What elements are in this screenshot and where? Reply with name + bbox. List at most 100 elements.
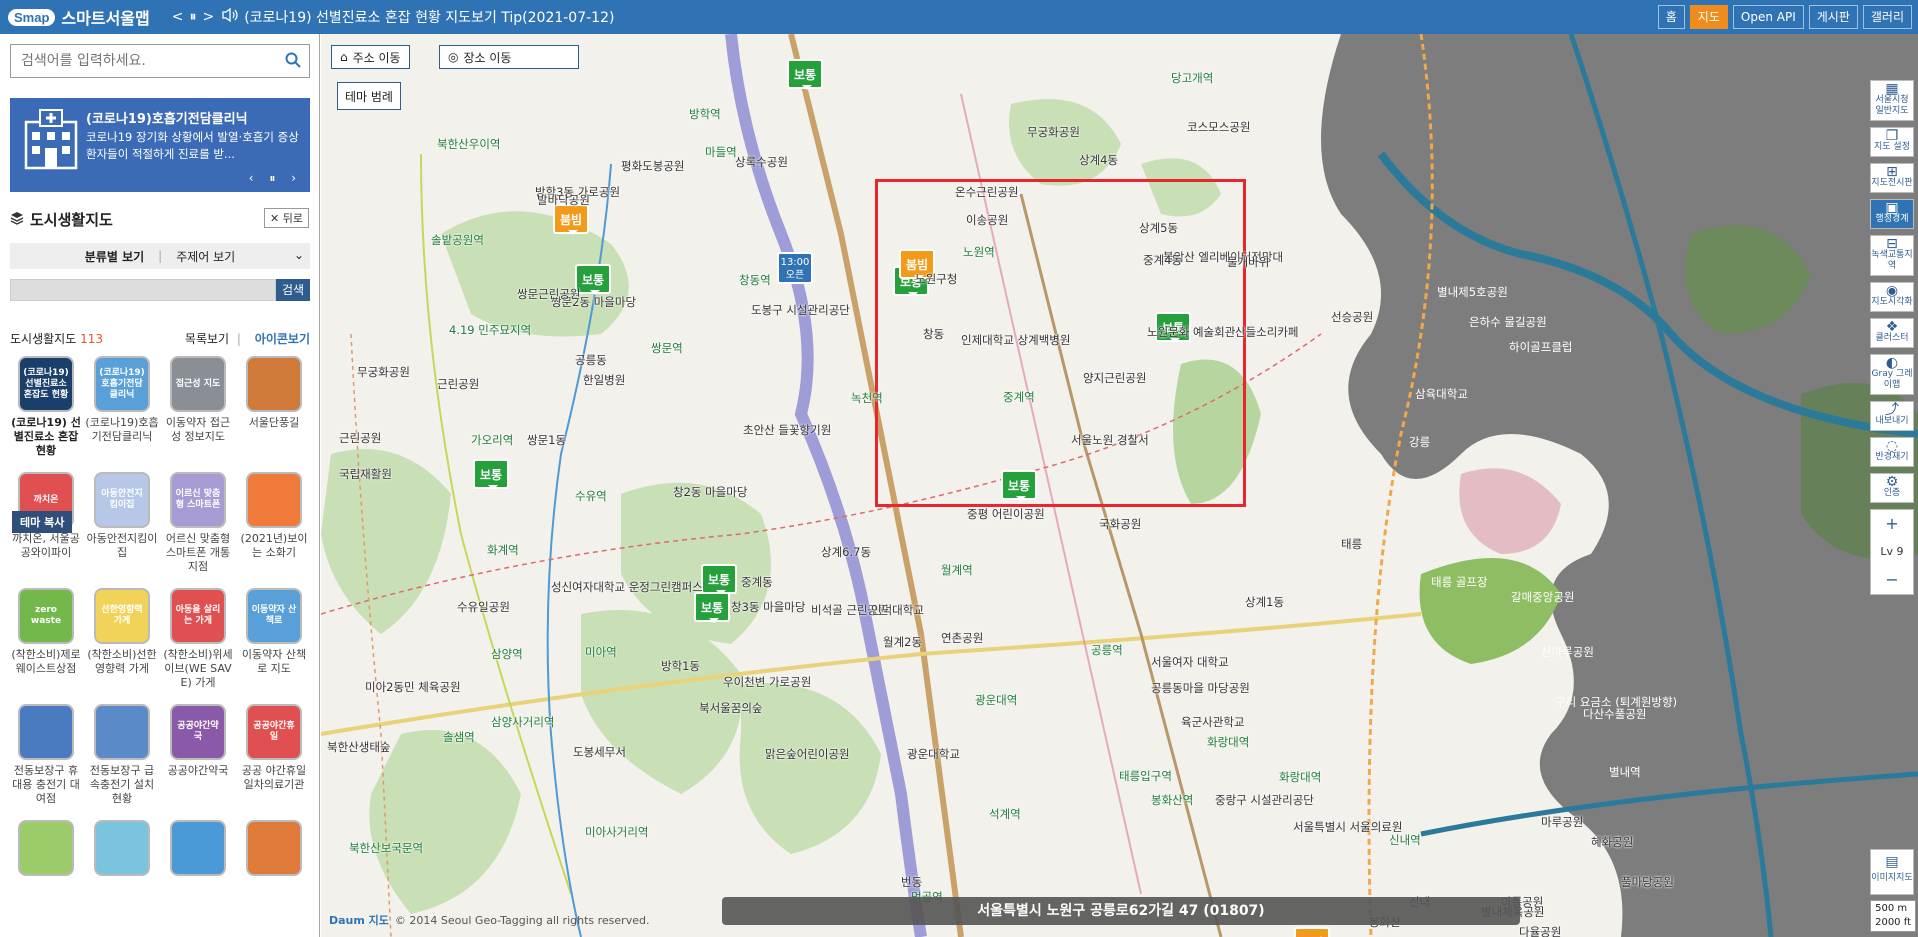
nav-map[interactable]: 지도 [1689,5,1728,29]
theme-item-icon[interactable]: 공공야간약국 [170,704,226,760]
theme-item[interactable] [236,820,312,880]
theme-item-label: 서울단풍길 [248,416,300,429]
filter-divider: | [158,249,163,263]
theme-item-icon[interactable] [18,820,74,876]
theme-item-icon[interactable]: 선한영향력가게 [94,588,150,644]
theme-item-icon[interactable]: 어르신 맞춤형 스마트폰 [170,472,226,528]
icon-view-link[interactable]: 아이콘보기 [255,332,310,346]
gear-button[interactable]: ⚙ 인증 [1870,473,1914,503]
theme-item[interactable]: (코로나19)호흡기전담클리닉 (코로나19)호흡기전담클리닉 [84,356,160,458]
theme-item[interactable]: 공공야간약국 공공야간약국 [160,704,236,806]
status-marker[interactable]: 보통 [787,59,823,90]
back-button[interactable]: ✕ 뒤로 [264,208,309,228]
list-view-link[interactable]: 목록보기 [185,332,229,346]
nav-board[interactable]: 게시판 [1808,5,1858,29]
theme-item-icon[interactable] [170,820,226,876]
theme-item[interactable]: 접근성 지도 이동약자 접근성 정보지도 [160,356,236,458]
tab-by-category[interactable]: 분류별 보기 [85,248,144,265]
map-view[interactable]: ⌂ 주소 이동 ◎ 장소 이동 테마 범례 보통 보통 붐빔 보통 보통 보통 보통… [321,34,1918,937]
theme-item-icon[interactable]: 공공야간휴일 [246,704,302,760]
theme-item-icon[interactable]: 아동안전지킴이집 [94,472,150,528]
theme-item[interactable]: 선한영향력가게 (착한소비)선한영향력 가게 [84,588,160,690]
theme-item-icon[interactable]: zero waste [18,588,74,644]
tab-by-theme[interactable]: 주제어 보기 [176,248,235,265]
search-icon[interactable] [285,52,301,71]
logo[interactable]: Smap 스마트서울맵 [8,5,150,29]
gray-map-button[interactable]: ◐ Gray 그레이맵 [1870,354,1914,395]
theme-item-icon[interactable]: (코로나19) 선별진료소 혼잡도 현황 [18,356,74,412]
status-marker[interactable]: 보통 [694,592,730,623]
banner[interactable]: (코로나19)호흡기전담클리닉 코로나19 장기화 상황에서 발열·호흡기 증상… [10,98,310,192]
theme-item-icon[interactable] [246,472,302,528]
theme-item-icon[interactable]: 아동을 살리는 가게 [170,588,226,644]
address-move-button[interactable]: ⌂ 주소 이동 [331,45,410,69]
theme-item[interactable] [8,820,84,880]
theme-item[interactable]: 공공야간휴일 공공 야간휴일 일차의료기관 [236,704,312,806]
theme-item[interactable]: 아동을 살리는 가게 (착한소비)위세이브(WE SAVE) 가게 [160,588,236,690]
map-label: 삼육대학교 [1415,387,1468,401]
sub-search-input[interactable] [10,279,276,301]
theme-item[interactable]: (코로나19) 선별진료소 혼잡도 현황 (코로나19) 선별진료소 혼잡 현황 [8,356,84,458]
notice-pause-button[interactable]: ⏸ [189,9,196,25]
search-input[interactable] [11,53,285,69]
cluster-icon: ❖ [1885,319,1899,335]
view-divider: | [236,332,241,346]
globe-button[interactable]: ◉ 지도시각화 [1870,282,1914,312]
zoom-out-button[interactable]: − [1871,566,1913,594]
theme-item[interactable]: 서울단풍길 [236,356,312,458]
zoom-in-button[interactable]: + [1871,510,1913,538]
green-traffic-button[interactable]: ⊟ 녹색교통지역 [1870,235,1914,276]
theme-item-icon[interactable] [246,820,302,876]
theme-item[interactable]: 아동안전지킴이집 아동안전지킴이집 [84,472,160,574]
theme-item-icon[interactable]: 접근성 지도 [170,356,226,412]
theme-item-icon[interactable] [246,356,302,412]
theme-item[interactable] [84,820,160,880]
address-move-label: 주소 이동 [352,50,401,65]
theme-item-icon[interactable] [94,704,150,760]
status-marker[interactable]: 붐빔 [1294,927,1330,937]
map-label: 우이천변 가로공원 [723,675,812,689]
nav-openapi[interactable]: Open API [1732,5,1804,29]
notice-prev-button[interactable]: < [172,9,184,25]
theme-item[interactable]: 어르신 맞춤형 스마트폰 어르신 맞춤형 스마트폰 개통지점 [160,472,236,574]
theme-item[interactable]: (2021년)보이는 소화기 [236,472,312,574]
theme-legend-button[interactable]: 테마 범례 [337,82,401,110]
status-marker[interactable]: 보통 [701,564,737,595]
cluster-button[interactable]: ❖ 클러스터 [1870,318,1914,348]
theme-item[interactable] [160,820,236,880]
notice[interactable]: (코로나19) 선별진료소 혼잡 현황 지도보기 Tip(2021-07-12) [222,7,614,27]
status-marker[interactable]: 붐빔 [553,204,589,235]
nav-gallery[interactable]: 갤러리 [1862,5,1912,29]
map-label: 화랑대역 [1207,735,1250,749]
theme-item-icon[interactable]: (코로나19)호흡기전담클리닉 [94,356,150,412]
admin-boundary-button[interactable]: ▣ 행정경계 [1870,199,1914,229]
theme-item[interactable]: 이동약자 산책로 이동약자 산책로 지도 [236,588,312,690]
banner-controls[interactable]: ‹ ⏸ › [249,171,302,186]
daum-logo[interactable]: Daum 지도 [329,912,389,928]
radius-button[interactable]: ◌ 반경재기 [1870,437,1914,467]
theme-item[interactable]: zero waste (착한소비)제로웨이스트상점 [8,588,84,690]
image-map-button[interactable]: ▤ 이미지지도 [1870,849,1914,895]
map-label: 공릉동마을 마당공원 [1151,681,1250,695]
notice-next-button[interactable]: > [202,9,214,25]
nav-home[interactable]: 홈 [1657,5,1685,29]
theme-item-label: 까치온, 서울공공와이파이 [12,532,80,559]
theme-item-icon[interactable]: 이동약자 산책로 [246,588,302,644]
theme-item[interactable]: 전동보장구 휴대용 충전기 대여점 [8,704,84,806]
time-badge[interactable]: 13:00 오픈 [777,252,813,284]
map-label: 근린공원 [339,431,382,445]
status-marker[interactable]: 보통 [1001,470,1037,501]
layers-button[interactable]: ❐ 지도 설정 [1870,127,1914,157]
display-button[interactable]: ⊞ 지도전시판 [1870,163,1914,193]
map-button[interactable]: ▦ 서울시청 일반지도 [1870,80,1914,121]
sub-search-button[interactable]: 검색 [276,279,310,301]
search-box [10,44,310,78]
theme-item[interactable]: 전동보장구 급속충전기 설치현황 [84,704,160,806]
share-button[interactable]: ⤴ 내보내기 [1870,401,1914,431]
place-move-button[interactable]: ◎ 장소 이동 [439,45,579,69]
theme-item-icon[interactable] [18,704,74,760]
theme-item-icon[interactable] [94,820,150,876]
status-marker[interactable]: 보통 [473,459,509,490]
chevron-down-icon[interactable]: ⌄ [294,248,304,262]
theme-copy-button[interactable]: 테마 복사 [12,511,73,533]
